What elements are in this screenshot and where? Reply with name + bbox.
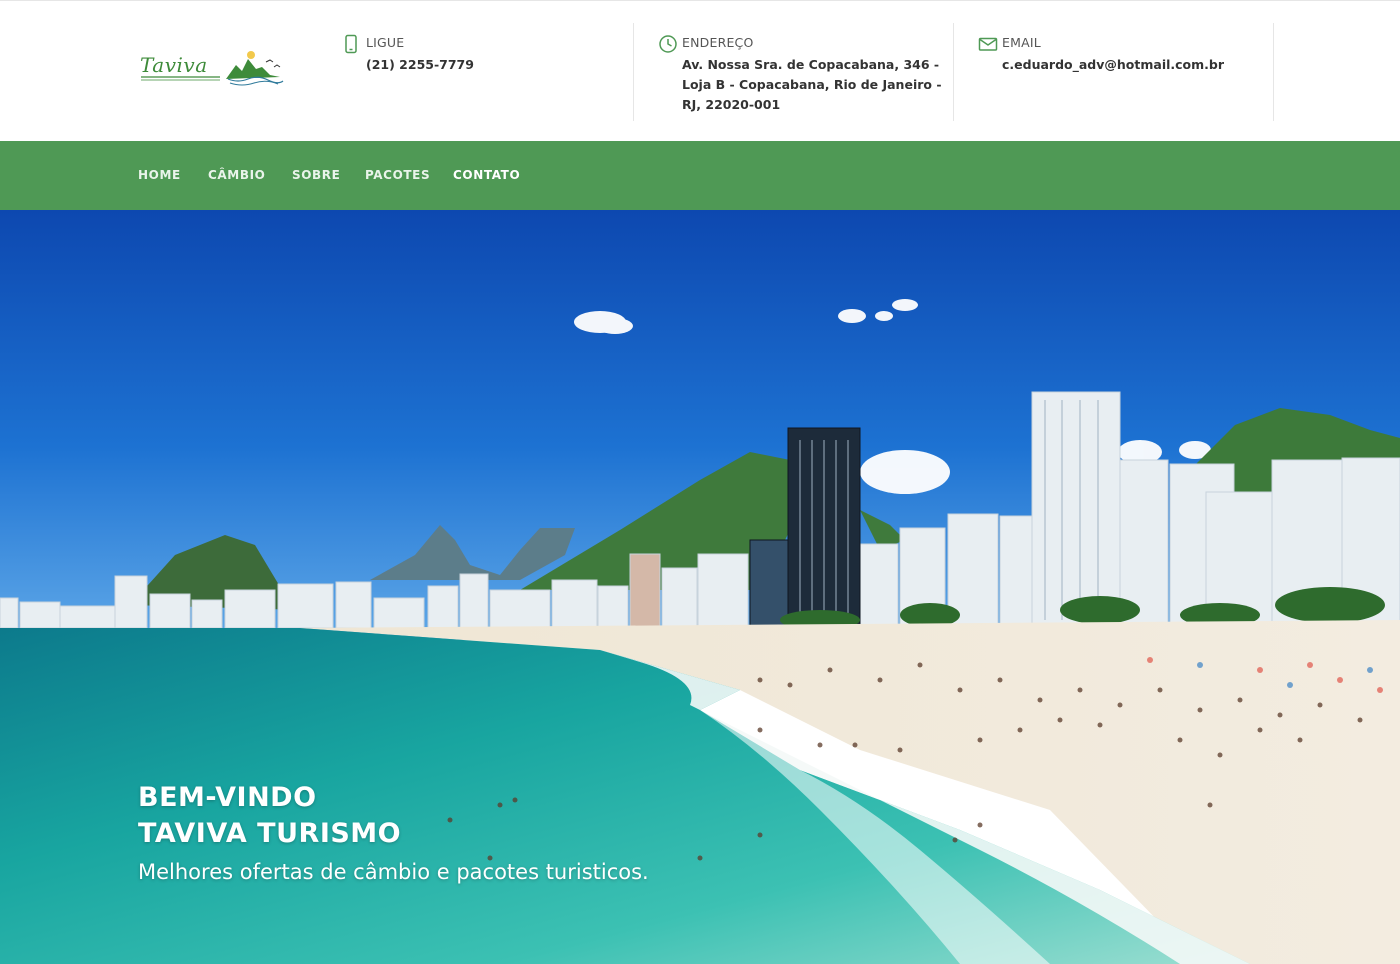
email-icon	[978, 37, 998, 51]
nav-item-home[interactable]: HOME	[138, 168, 181, 182]
hero-subtitle: Melhores ofertas de câmbio e pacotes tur…	[138, 860, 649, 884]
hero-title-line-2: TAVIVA TURISMO	[138, 818, 402, 849]
nav-item-contato[interactable]: CONTATO	[453, 168, 520, 182]
nav-item-pacotes[interactable]: PACOTES	[365, 168, 430, 182]
hero-banner: BEM-VINDO TAVIVA TURISMO Melhores oferta…	[0, 210, 1400, 964]
top-header: Taviva LIGUE (21) 2255-7779 ENDEREÇO Av.…	[0, 0, 1400, 141]
contact-email-line: c.eduardo_adv@hotmail.com.br	[1002, 57, 1225, 72]
nav-item-sobre[interactable]: SOBRE	[292, 168, 340, 182]
contact-phone-value[interactable]: (21) 2255-7779	[366, 55, 474, 75]
contact-address-line-2: Loja B - Copacabana, Rio de Janeiro -	[682, 77, 942, 92]
contact-phone-title: LIGUE	[366, 35, 405, 50]
logo-mark-icon	[141, 51, 284, 86]
nav-item-cambio[interactable]: CÂMBIO	[208, 168, 265, 182]
contact-address: ENDEREÇO Av. Nossa Sra. de Copacabana, 3…	[658, 23, 954, 121]
contact-address-line-1: Av. Nossa Sra. de Copacabana, 346 -	[682, 57, 940, 72]
contact-address-title: ENDEREÇO	[682, 35, 754, 50]
contact-email: EMAIL c.eduardo_adv@hotmail.com.br	[978, 23, 1274, 121]
contact-address-value: Av. Nossa Sra. de Copacabana, 346 - Loja…	[682, 55, 942, 115]
contact-phone-line: (21) 2255-7779	[366, 57, 474, 72]
contact-email-value[interactable]: c.eduardo_adv@hotmail.com.br	[1002, 55, 1224, 75]
contact-address-line-3: RJ, 22020-001	[682, 97, 781, 112]
contact-email-title: EMAIL	[1002, 35, 1041, 50]
hero-title-line-1: BEM-VINDO	[138, 782, 317, 813]
site-logo[interactable]: Taviva	[138, 47, 288, 91]
clock-icon	[659, 35, 677, 53]
hero-title: BEM-VINDO TAVIVA TURISMO	[138, 780, 401, 852]
contact-phone: LIGUE (21) 2255-7779	[342, 23, 634, 121]
main-nav: HOME CÂMBIO SOBRE PACOTES CONTATO	[0, 141, 1400, 210]
phone-icon	[345, 34, 357, 54]
